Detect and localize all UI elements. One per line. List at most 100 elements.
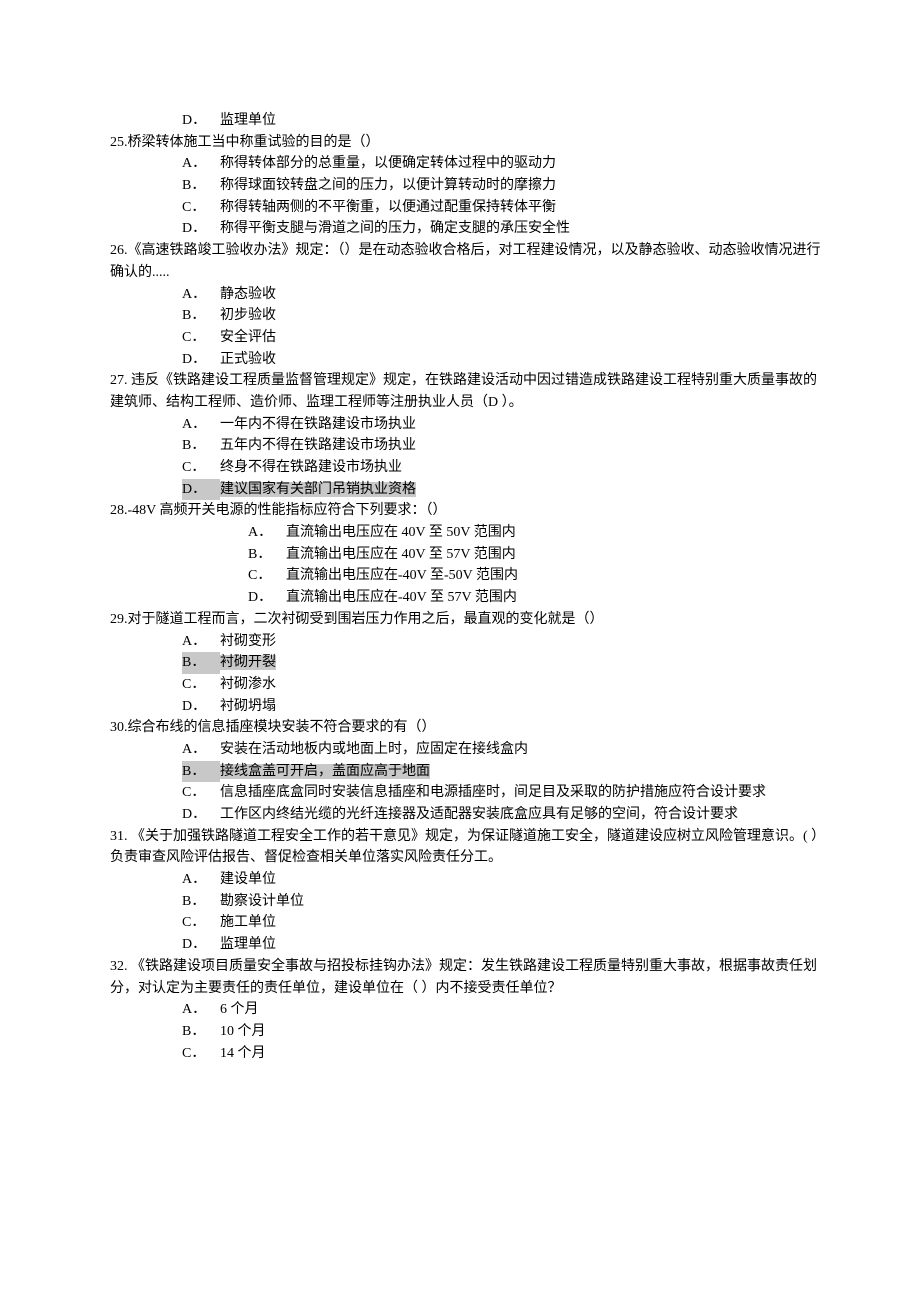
option-text: 安全评估 bbox=[220, 327, 825, 349]
option-letter: C． bbox=[182, 1043, 220, 1065]
option-letter: A． bbox=[182, 284, 220, 306]
option-letter: D． bbox=[248, 587, 286, 609]
option-text: 初步验收 bbox=[220, 305, 825, 327]
option-letter: C． bbox=[182, 782, 220, 804]
option-row: B．勘察设计单位 bbox=[110, 891, 825, 913]
option-text: 安装在活动地板内或地面上时，应固定在接线盒内 bbox=[220, 739, 825, 761]
option-row: D．监理单位 bbox=[110, 934, 825, 956]
option-row: C．直流输出电压应在-40V 至-50V 范围内 bbox=[110, 565, 825, 587]
option-row: B．接线盒盖可开启，盖面应高于地面 bbox=[110, 761, 825, 783]
option-letter: D． bbox=[182, 110, 220, 132]
option-letter: C． bbox=[182, 674, 220, 696]
option-letter: B． bbox=[182, 891, 220, 913]
option-text: 直流输出电压应在-40V 至-50V 范围内 bbox=[286, 565, 825, 587]
option-row: D．正式验收 bbox=[110, 349, 825, 371]
highlighted-answer: 衬砌开裂 bbox=[220, 655, 276, 670]
option-letter: B． bbox=[182, 1021, 220, 1043]
option-letter: A． bbox=[182, 739, 220, 761]
option-row: C．衬砌渗水 bbox=[110, 674, 825, 696]
option-letter: B． bbox=[182, 305, 220, 327]
option-letter: D． bbox=[182, 349, 220, 371]
option-text: 直流输出电压应在 40V 至 57V 范围内 bbox=[286, 544, 825, 566]
option-letter: A． bbox=[182, 631, 220, 653]
option-text: 称得球面铰转盘之间的压力，以便计算转动时的摩擦力 bbox=[220, 175, 825, 197]
option-letter: C． bbox=[182, 197, 220, 219]
option-row: B．衬砌开裂 bbox=[110, 652, 825, 674]
option-row: D．建议国家有关部门吊销执业资格 bbox=[110, 479, 825, 501]
option-letter: A． bbox=[248, 522, 286, 544]
option-row: B．称得球面铰转盘之间的压力，以便计算转动时的摩擦力 bbox=[110, 175, 825, 197]
question-stem: 25.桥梁转体施工当中称重试验的目的是（） bbox=[110, 132, 825, 154]
question-stem: 30.综合布线的信息插座模块安装不符合要求的有（） bbox=[110, 717, 825, 739]
option-row: C．14 个月 bbox=[110, 1043, 825, 1065]
option-text: 施工单位 bbox=[220, 912, 825, 934]
questions-container: 25.桥梁转体施工当中称重试验的目的是（）A．称得转体部分的总重量，以便确定转体… bbox=[110, 132, 825, 1065]
option-row: B．初步验收 bbox=[110, 305, 825, 327]
option-letter: A． bbox=[182, 869, 220, 891]
option-text: 正式验收 bbox=[220, 349, 825, 371]
option-letter: D． bbox=[182, 479, 220, 501]
option-text: 信息插座底盒同时安装信息插座和电源插座时，间足目及采取的防护措施应符合设计要求 bbox=[220, 782, 825, 804]
option-text: 五年内不得在铁路建设市场执业 bbox=[220, 435, 825, 457]
option-row: C．称得转轴两侧的不平衡重，以便通过配重保持转体平衡 bbox=[110, 197, 825, 219]
option-row: C．终身不得在铁路建设市场执业 bbox=[110, 457, 825, 479]
option-text: 接线盒盖可开启，盖面应高于地面 bbox=[220, 761, 825, 783]
option-text: 勘察设计单位 bbox=[220, 891, 825, 913]
option-row: A．一年内不得在铁路建设市场执业 bbox=[110, 414, 825, 436]
option-row: A．静态验收 bbox=[110, 284, 825, 306]
option-letter: C． bbox=[248, 565, 286, 587]
option-text: 衬砌渗水 bbox=[220, 674, 825, 696]
option-letter: B． bbox=[248, 544, 286, 566]
option-text: 14 个月 bbox=[220, 1043, 825, 1065]
option-letter: A． bbox=[182, 999, 220, 1021]
question-stem: 27. 违反《铁路建设工程质量监督管理规定》规定，在铁路建设活动中因过错造成铁路… bbox=[110, 370, 825, 413]
option-row: B．10 个月 bbox=[110, 1021, 825, 1043]
option-text: 建议国家有关部门吊销执业资格 bbox=[220, 479, 825, 501]
option-text: 衬砌变形 bbox=[220, 631, 825, 653]
option-letter: A． bbox=[182, 153, 220, 175]
question-stem: 29.对于隧道工程而言，二次衬砌受到围岩压力作用之后，最直观的变化就是（） bbox=[110, 609, 825, 631]
option-row: C．信息插座底盒同时安装信息插座和电源插座时，间足目及采取的防护措施应符合设计要… bbox=[110, 782, 825, 804]
option-text: 终身不得在铁路建设市场执业 bbox=[220, 457, 825, 479]
option-row: D．称得平衡支腿与滑道之间的压力，确定支腿的承压安全性 bbox=[110, 218, 825, 240]
question-stem: 28.-48V 高频开关电源的性能指标应符合下列要求：（） bbox=[110, 500, 825, 522]
option-text: 一年内不得在铁路建设市场执业 bbox=[220, 414, 825, 436]
option-letter: C． bbox=[182, 912, 220, 934]
option-text: 称得转体部分的总重量，以便确定转体过程中的驱动力 bbox=[220, 153, 825, 175]
option-text: 称得平衡支腿与滑道之间的压力，确定支腿的承压安全性 bbox=[220, 218, 825, 240]
option-row: C．安全评估 bbox=[110, 327, 825, 349]
option-letter: B． bbox=[182, 761, 220, 783]
question-stem: 32. 《铁路建设项目质量安全事故与招投标挂钩办法》规定：发生铁路建设工程质量特… bbox=[110, 956, 825, 999]
highlighted-answer: 接线盒盖可开启，盖面应高于地面 bbox=[220, 764, 430, 779]
option-row: B．五年内不得在铁路建设市场执业 bbox=[110, 435, 825, 457]
option-row: A．安装在活动地板内或地面上时，应固定在接线盒内 bbox=[110, 739, 825, 761]
option-row: A．建设单位 bbox=[110, 869, 825, 891]
option-text: 衬砌开裂 bbox=[220, 652, 825, 674]
option-row: C．施工单位 bbox=[110, 912, 825, 934]
option-letter: D． bbox=[182, 218, 220, 240]
option-letter: B． bbox=[182, 652, 220, 674]
option-text: 直流输出电压应在 40V 至 50V 范围内 bbox=[286, 522, 825, 544]
option-row: A．6 个月 bbox=[110, 999, 825, 1021]
option-text: 静态验收 bbox=[220, 284, 825, 306]
option-row: D． 监理单位 bbox=[110, 110, 825, 132]
question-stem: 26.《高速铁路竣工验收办法》规定：（）是在动态验收合格后，对工程建设情况，以及… bbox=[110, 240, 825, 283]
option-letter: D． bbox=[182, 934, 220, 956]
highlighted-answer: 建议国家有关部门吊销执业资格 bbox=[220, 482, 416, 497]
option-text: 建设单位 bbox=[220, 869, 825, 891]
option-letter: B． bbox=[182, 435, 220, 457]
option-row: A．称得转体部分的总重量，以便确定转体过程中的驱动力 bbox=[110, 153, 825, 175]
option-text: 监理单位 bbox=[220, 934, 825, 956]
option-text: 工作区内终结光缆的光纤连接器及适配器安装底盒应具有足够的空间，符合设计要求 bbox=[220, 804, 825, 826]
question-stem: 31. 《关于加强铁路隧道工程安全工作的若干意见》规定，为保证隧道施工安全，隧道… bbox=[110, 826, 825, 869]
option-letter: B． bbox=[182, 175, 220, 197]
option-row: D．工作区内终结光缆的光纤连接器及适配器安装底盒应具有足够的空间，符合设计要求 bbox=[110, 804, 825, 826]
option-text: 称得转轴两侧的不平衡重，以便通过配重保持转体平衡 bbox=[220, 197, 825, 219]
option-letter: C． bbox=[182, 457, 220, 479]
option-text: 监理单位 bbox=[220, 110, 825, 132]
option-row: A．直流输出电压应在 40V 至 50V 范围内 bbox=[110, 522, 825, 544]
option-letter: C． bbox=[182, 327, 220, 349]
option-text: 直流输出电压应在-40V 至 57V 范围内 bbox=[286, 587, 825, 609]
option-letter: D． bbox=[182, 804, 220, 826]
option-row: B．直流输出电压应在 40V 至 57V 范围内 bbox=[110, 544, 825, 566]
